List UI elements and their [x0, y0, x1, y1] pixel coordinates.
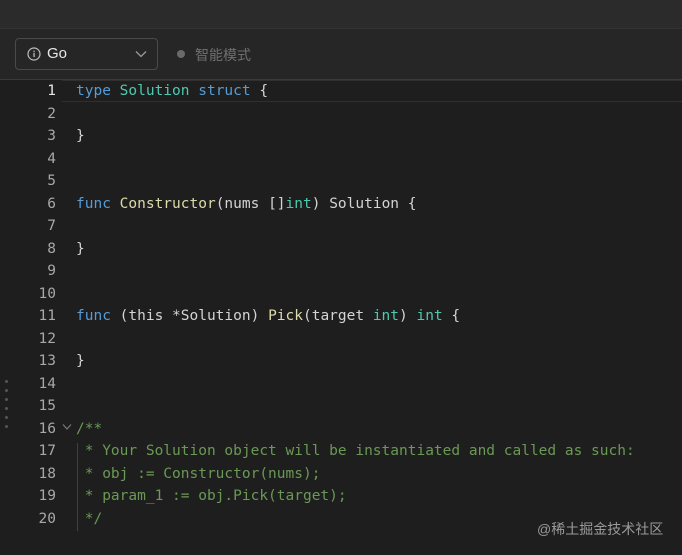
code-token: /**: [76, 420, 103, 437]
code-line[interactable]: 7: [0, 215, 682, 237]
code-token: func: [76, 308, 111, 324]
code-token: }: [76, 240, 85, 257]
code-text: }: [76, 350, 85, 372]
line-number: 8: [47, 240, 56, 257]
smart-mode-toggle[interactable]: 智能模式: [195, 45, 251, 65]
code-line[interactable]: 12: [0, 328, 682, 350]
chevron-down-icon: [135, 51, 147, 58]
code-text: type Solution struct {: [76, 80, 268, 102]
code-token: ) Solution {: [311, 195, 417, 212]
code-line[interactable]: 17 * Your Solution object will be instan…: [0, 440, 682, 462]
title-bar: [0, 0, 682, 29]
line-number: 1: [47, 83, 56, 99]
code-line[interactable]: 16 /**: [0, 418, 682, 440]
line-number: 9: [47, 263, 56, 279]
code-token: int: [416, 308, 443, 324]
code-line[interactable]: 15: [0, 395, 682, 417]
line-number: 11: [38, 308, 56, 324]
code-line[interactable]: 9: [0, 260, 682, 282]
code-text: /**: [76, 418, 102, 440]
code-line[interactable]: 2: [0, 103, 682, 125]
code-token: (this *Solution): [110, 308, 269, 324]
code-token: (target: [302, 308, 373, 324]
code-token: type: [76, 83, 111, 99]
code-text: func Constructor(nums []int) Solution {: [76, 193, 417, 215]
code-token: Solution: [119, 83, 190, 99]
line-number: 2: [47, 105, 56, 122]
code-line[interactable]: 6 func Constructor(nums []int) Solution {: [0, 193, 682, 215]
code-text: */: [76, 508, 102, 530]
code-line[interactable]: 4: [0, 148, 682, 170]
line-number: 4: [47, 150, 56, 167]
code-line[interactable]: 8}: [0, 238, 682, 260]
watermark: @稀土掘金技术社区: [537, 521, 664, 537]
line-number: 17: [38, 443, 56, 459]
code-token: Constructor: [119, 195, 216, 212]
code-token: (nums []: [215, 195, 286, 212]
code-token: struct: [198, 83, 251, 99]
code-token: Pick: [268, 308, 303, 324]
code-line[interactable]: 13}: [0, 350, 682, 372]
code-text: }: [76, 238, 85, 260]
code-line[interactable]: 18 * obj := Constructor(nums);: [0, 463, 682, 485]
info-icon: [27, 47, 41, 61]
line-number: 3: [47, 128, 56, 144]
code-line[interactable]: 19 * param_1 := obj.Pick(target);: [0, 485, 682, 507]
line-number: 14: [38, 375, 56, 392]
code-token: }: [76, 128, 85, 144]
code-text: * Your Solution object will be instantia…: [76, 440, 635, 462]
line-number: 20: [38, 510, 56, 527]
line-number: 10: [38, 285, 56, 302]
line-number: 12: [38, 330, 56, 347]
language-select[interactable]: Go: [15, 38, 158, 70]
code-token: int: [372, 308, 400, 324]
code-text: }: [76, 125, 85, 147]
code-token: {: [250, 83, 269, 99]
line-number: 5: [47, 173, 56, 189]
code-token: * obj := Constructor(nums);: [76, 465, 321, 482]
line-number: 18: [38, 465, 56, 482]
code-token: {: [442, 308, 461, 324]
code-token: int: [285, 195, 312, 212]
code-text: * obj := Constructor(nums);: [76, 463, 321, 485]
line-number: 13: [38, 353, 56, 369]
mode-status-dot: [177, 50, 185, 58]
code-text: * param_1 := obj.Pick(target);: [76, 485, 347, 507]
code-line[interactable]: 10: [0, 283, 682, 305]
code-token: ): [399, 308, 417, 324]
fold-chevron-icon[interactable]: [62, 423, 72, 431]
code-line[interactable]: 3}: [0, 125, 682, 147]
code-line[interactable]: 1 type Solution struct {: [0, 80, 682, 102]
line-number: 19: [38, 488, 56, 504]
code-text: func (this *Solution) Pick(target int) i…: [76, 305, 460, 327]
code-line[interactable]: 14: [0, 373, 682, 395]
code-token: }: [76, 353, 85, 369]
line-number: 15: [38, 398, 56, 414]
line-number: 16: [38, 420, 56, 437]
code-token: * Your Solution object will be instantia…: [76, 443, 635, 459]
code-token: */: [76, 510, 103, 527]
code-token: * param_1 := obj.Pick(target);: [76, 488, 347, 504]
code-line[interactable]: 11 func (this *Solution) Pick(target int)…: [0, 305, 682, 327]
line-number: 6: [47, 195, 56, 212]
code-editor[interactable]: 1 type Solution struct {2 3} 4 5 6 func Constr…: [0, 80, 682, 555]
code-token: func: [76, 195, 111, 212]
line-number: 7: [47, 218, 56, 234]
editor-toolbar: Go 智能模式: [0, 29, 682, 80]
language-label: Go: [47, 45, 68, 62]
code-line[interactable]: 5: [0, 170, 682, 192]
